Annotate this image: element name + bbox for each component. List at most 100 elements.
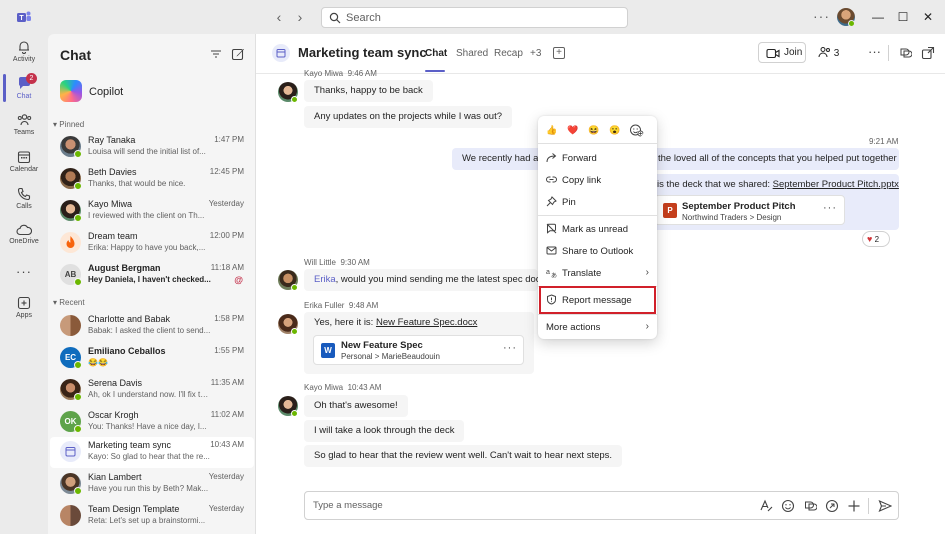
chat-name: Emiliano Ceballos (88, 346, 166, 356)
sender-name: Kayo Miwa (304, 383, 344, 392)
menu-label: Translate (562, 268, 602, 279)
chat-preview: Reta: Let's set up a brainstormi... (88, 516, 206, 525)
surprised-reaction[interactable]: 😮 (607, 122, 623, 138)
rail-item-calendar[interactable]: Calendar (0, 150, 48, 186)
filter-icon[interactable] (209, 47, 223, 61)
format-icon[interactable] (759, 499, 773, 513)
chat-row-team-design-template[interactable]: Team Design Template Yesterday Reta: Let… (48, 501, 255, 532)
group-avatar (60, 232, 81, 253)
file-more-icon[interactable]: ··· (503, 342, 517, 354)
join-button[interactable]: Join (758, 42, 806, 63)
cloud-icon (16, 224, 32, 236)
file-more-icon[interactable]: ··· (823, 202, 837, 214)
menu-divider (538, 314, 657, 315)
teams-logo-icon: T (17, 11, 31, 22)
menu-divider (538, 143, 657, 144)
file-card-docx[interactable]: W New Feature Spec Personal > MarieBeaud… (313, 335, 524, 365)
add-icon[interactable] (847, 499, 861, 513)
header-more-icon[interactable]: ··· (868, 44, 881, 59)
tab-more[interactable]: +3 (530, 48, 541, 59)
chat-preview: Kayo: So glad to hear that the re... (88, 452, 210, 461)
maximize-icon[interactable]: ☐ (895, 9, 911, 25)
chat-preview: Have you run this by Beth? Mak... (88, 484, 209, 493)
app-rail: Activity 2 Chat Teams Calendar Calls One… (0, 34, 48, 534)
participants-button[interactable]: 3 (818, 46, 839, 59)
tab-recap[interactable]: Recap (494, 48, 523, 59)
message-text: We recently had a (462, 153, 539, 164)
sender-line: Erika Fuller 9:48 AM (304, 301, 378, 310)
menu-item-share-outlook[interactable]: Share to Outlook (538, 240, 657, 262)
chat-row-oscar-krogh[interactable]: OK Oscar Krogh 11:02 AM You: Thanks! Hav… (48, 407, 255, 438)
chat-row-dream-team[interactable]: Dream team 12:00 PM Erika: Happy to have… (48, 228, 255, 259)
recent-label: Recent (59, 298, 85, 307)
chat-preview: I reviewed with the client on Th... (88, 211, 205, 220)
pop-out-icon[interactable] (921, 46, 935, 60)
forward-arrow-icon[interactable]: › (290, 8, 310, 26)
rail-label-teams: Teams (13, 129, 35, 136)
chat-name: Oscar Krogh (88, 410, 139, 420)
compose-box[interactable]: Type a message (304, 491, 899, 520)
chat-row-charlotte-babak[interactable]: Charlotte and Babak 1:58 PM Babak: I ask… (48, 311, 255, 342)
mention[interactable]: Erika (314, 274, 336, 285)
rail-item-apps[interactable]: Apps (0, 296, 48, 332)
heart-reaction[interactable]: ♥ 2 (862, 231, 890, 247)
chat-time: Yesterday (208, 472, 244, 481)
chat-row-kian-lambert[interactable]: Kian Lambert Yesterday Have you run this… (48, 469, 255, 500)
chat-row-beth-davies[interactable]: Beth Davies 12:45 PM Thanks, that would … (48, 164, 255, 195)
laugh-reaction[interactable]: 😆 (586, 122, 602, 138)
menu-item-pin[interactable]: Pin (538, 191, 657, 213)
rail-item-chat[interactable]: 2 Chat (0, 73, 48, 112)
chat-row-kayo-miwa[interactable]: Kayo Miwa Yesterday I reviewed with the … (48, 196, 255, 227)
add-reaction-icon[interactable] (628, 122, 644, 138)
add-tab-icon[interactable]: + (553, 47, 565, 59)
search-input[interactable]: Search (321, 7, 628, 28)
heart-icon: ♥ (867, 234, 873, 244)
rail-item-calls[interactable]: Calls (0, 187, 48, 223)
copilot-item[interactable]: Copilot (48, 78, 255, 106)
pinned-section-header[interactable]: ▾ Pinned (53, 120, 84, 129)
recent-section-header[interactable]: ▾ Recent (53, 298, 85, 307)
settings-more-icon[interactable]: ··· (813, 8, 830, 24)
chat-row-emiliano-ceballos[interactable]: EC Emiliano Ceballos 1:55 PM 😂😂 (48, 343, 255, 374)
tab-shared[interactable]: Shared (456, 48, 488, 59)
chat-preview: Babak: I asked the client to send... (88, 326, 211, 335)
rail-item-teams[interactable]: Teams (0, 113, 48, 149)
message-bubble: Any updates on the projects while I was … (304, 106, 513, 128)
copilot-icon[interactable] (803, 499, 817, 513)
rail-item-activity[interactable]: Activity (0, 40, 48, 76)
tab-chat[interactable]: Chat (425, 48, 447, 59)
chat-row-serena-davis[interactable]: Serena Davis 11:35 AM Ah, ok I understan… (48, 375, 255, 406)
chevron-right-icon: › (645, 321, 649, 332)
loop-icon[interactable] (825, 499, 839, 513)
file-link[interactable]: September Product Pitch.pptx (773, 179, 899, 190)
compose-divider (868, 498, 869, 514)
file-link[interactable]: New Feature Spec.docx (376, 317, 477, 328)
rail-item-onedrive[interactable]: OneDrive (0, 224, 48, 260)
back-arrow-icon[interactable]: ‹ (269, 8, 289, 26)
word-icon: W (321, 343, 335, 358)
chat-row-ray-tanaka[interactable]: Ray Tanaka 1:47 PM Louisa will send the … (48, 132, 255, 163)
close-icon[interactable]: ✕ (920, 9, 936, 25)
file-card-pptx[interactable]: P September Product Pitch Northwind Trad… (654, 195, 845, 225)
heart-reaction[interactable]: ❤️ (565, 122, 581, 138)
chat-row-marketing-team-sync[interactable]: Marketing team sync 10:43 AM Kayo: So gl… (50, 437, 254, 468)
search-placeholder: Search (346, 12, 381, 24)
chat-preview: Ah, ok I understand now. I'll fix that! (88, 390, 212, 399)
menu-item-mark-unread[interactable]: Mark as unread (538, 218, 657, 240)
emoji-icon[interactable] (781, 499, 795, 513)
menu-item-translate[interactable]: aあ Translate › (538, 262, 657, 284)
minimize-icon[interactable]: — (870, 9, 886, 25)
group-avatar (60, 505, 81, 526)
menu-divider (538, 215, 657, 216)
copilot-icon[interactable] (898, 46, 912, 60)
menu-item-copy-link[interactable]: Copy link (538, 169, 657, 191)
rail-more-icon[interactable]: ··· (0, 264, 48, 300)
chat-preview: 😂😂 (88, 358, 108, 367)
menu-item-forward[interactable]: Forward (538, 147, 657, 169)
send-icon[interactable] (878, 499, 892, 513)
new-chat-icon[interactable] (231, 47, 245, 61)
chat-row-august-bergman[interactable]: AB August Bergman 11:18 AM Hey Daniela, … (48, 260, 255, 291)
menu-item-more-actions[interactable]: More actions › (538, 316, 657, 338)
thumbs-up-reaction[interactable]: 👍 (544, 122, 560, 138)
forward-icon (546, 153, 557, 163)
